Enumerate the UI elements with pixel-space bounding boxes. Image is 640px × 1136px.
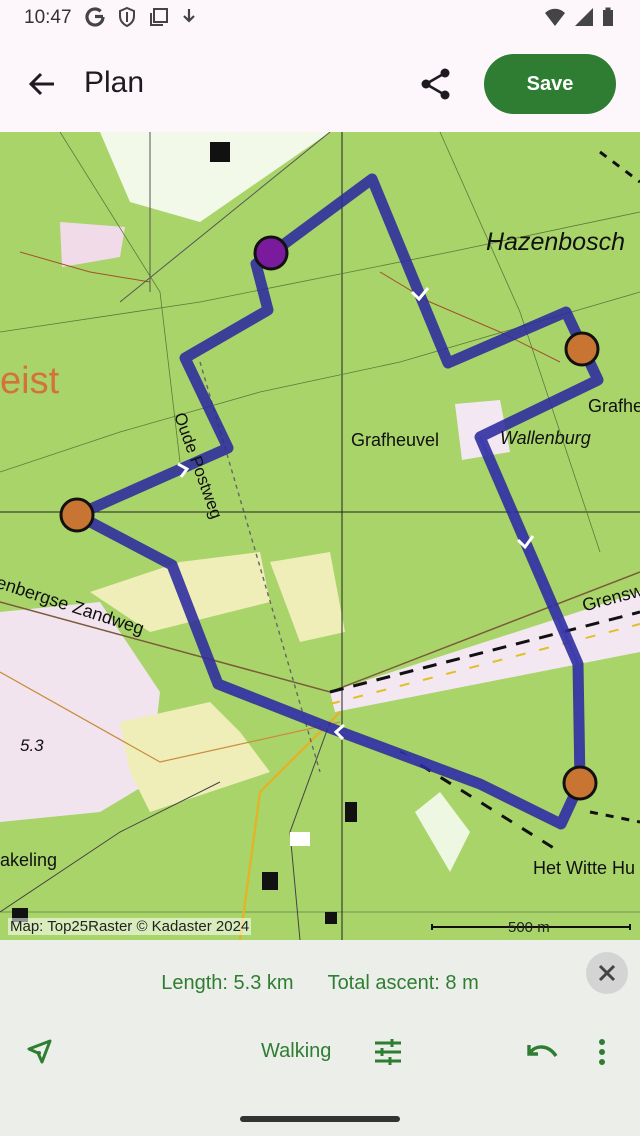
map-label: Hazenbosch — [486, 228, 625, 256]
tune-icon[interactable] — [372, 1036, 404, 1068]
battery-icon — [603, 7, 613, 26]
save-button[interactable]: Save — [484, 54, 616, 114]
waypoint-marker[interactable] — [562, 765, 598, 801]
route-icon[interactable] — [24, 1036, 56, 1068]
back-arrow-icon[interactable] — [24, 66, 60, 102]
gesture-handle — [240, 1116, 400, 1122]
waypoint-marker[interactable] — [564, 331, 600, 367]
scale-label: 500 m — [508, 919, 550, 936]
map-label: Wallenburg — [500, 428, 591, 448]
route-length: Length: 5.3 km — [161, 972, 294, 994]
status-time: 10:47 — [24, 7, 72, 28]
map-label: akeling — [0, 850, 58, 870]
page-title: Plan — [84, 66, 145, 99]
map-label: Het Witte Hu — [533, 858, 636, 878]
app-bar: Plan Save — [0, 36, 640, 132]
route-panel: Length: 5.3 km Total ascent: 8 m Walking — [0, 940, 640, 1136]
status-bar: 10:47 — [0, 0, 640, 36]
copy-icon — [150, 8, 168, 26]
route-ascent: Total ascent: 8 m — [327, 972, 479, 994]
google-icon — [85, 7, 105, 27]
travel-mode[interactable]: Walking — [261, 1040, 331, 1063]
cell-signal-icon — [575, 8, 593, 26]
undo-icon[interactable] — [526, 1036, 560, 1068]
map-label: 5.3 — [20, 736, 44, 755]
map-scale-bar: 500 m — [430, 918, 630, 938]
map-view[interactable]: Hazenbosch Grafheuvel Wallenburg Grafhe … — [0, 132, 640, 940]
shield-icon — [119, 6, 135, 28]
route-toolbar: Walking — [0, 1036, 640, 1076]
download-icon — [183, 9, 195, 23]
start-marker[interactable] — [253, 235, 289, 271]
map-label: Grafhe — [588, 396, 640, 416]
map-copyright: Map: Top25Raster © Kadaster 2024 — [8, 918, 252, 935]
waypoint-marker[interactable] — [59, 497, 95, 533]
wifi-icon — [545, 8, 565, 26]
map-label: Grafheuvel — [351, 430, 440, 450]
share-icon[interactable] — [418, 66, 454, 102]
map-label: eist — [0, 360, 60, 402]
more-vertical-icon[interactable] — [590, 1036, 614, 1068]
route-stats: Length: 5.3 km Total ascent: 8 m — [0, 972, 640, 995]
